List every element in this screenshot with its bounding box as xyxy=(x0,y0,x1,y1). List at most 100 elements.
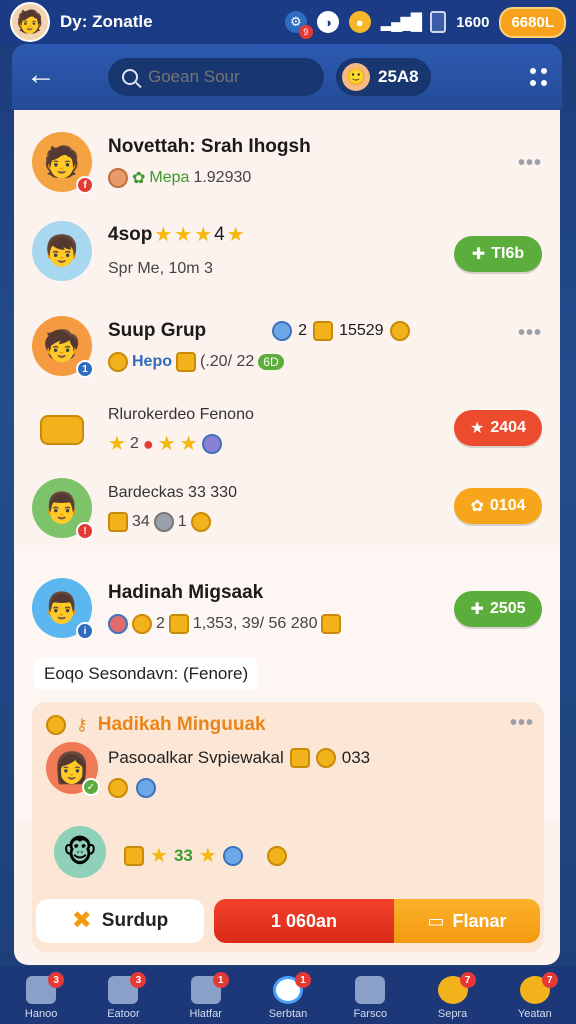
coin-icon xyxy=(266,846,287,866)
action-button[interactable]: ✚ 2505 xyxy=(454,591,542,627)
action-label: 2505 xyxy=(489,600,526,617)
action-label: 2404 xyxy=(490,419,526,436)
puzzle-icon: ✚ xyxy=(471,246,486,263)
avatar: 👨 ! xyxy=(32,478,94,540)
nav-item-farsco[interactable]: Farsco xyxy=(335,976,405,1020)
nav-badge: 3 xyxy=(48,972,65,988)
coin-icon xyxy=(108,352,128,372)
section-label: Eoqo Sesondavn: (Fenore) xyxy=(34,658,259,690)
avatar-badge: 1 xyxy=(76,360,94,378)
more-options-icon[interactable]: ••• xyxy=(510,712,534,735)
nav-label: Hlatfar xyxy=(189,1008,222,1020)
item-sub-value: 2 xyxy=(156,615,165,632)
action-button[interactable]: ★ 2404 xyxy=(454,410,542,446)
chip-icon xyxy=(108,614,128,634)
list-item[interactable]: 🧒 1 Suup Grup 2 15529 Hepo (.20/ 22 6D •… xyxy=(14,314,560,378)
more-options-icon[interactable]: ••• xyxy=(518,152,542,175)
avatar: 🐵 xyxy=(54,826,106,878)
content-panel: 🧑 f Novettah: Srah Ihogsh ✿ Mepa 1.92930… xyxy=(14,110,560,965)
fire-icon: ● xyxy=(142,433,154,454)
status-count: 1600 xyxy=(456,13,490,31)
nav-label: Sepra xyxy=(437,1008,468,1020)
avatar: 👦 xyxy=(32,221,92,281)
user-avatar[interactable]: 🧑 xyxy=(10,2,50,42)
chip-icon xyxy=(108,168,128,188)
item-title: Suup Grup xyxy=(108,320,207,341)
item-value: 15529 xyxy=(339,322,384,339)
coin-icon xyxy=(46,715,66,735)
nav-item-serbtan[interactable]: 1 Serbtan xyxy=(253,972,323,1020)
stars-value: 4 xyxy=(214,224,225,245)
list-item[interactable]: 👨 ! Bardeckas 33 330 34 1 ✿ 0104 xyxy=(14,476,560,540)
notification-icon[interactable]: ⚙ 9 xyxy=(284,11,313,39)
list-item[interactable]: 🧑 f Novettah: Srah Ihogsh ✿ Mepa 1.92930… xyxy=(14,130,560,194)
nav-item-hanoo[interactable]: 3 Hanoo xyxy=(6,972,76,1020)
list-item[interactable]: Rlurokerdeo Fenono ★ 2 ● ★ ★ ★ 2404 xyxy=(14,398,560,462)
coin-bag-icon: ● xyxy=(348,11,371,33)
action-button[interactable]: ✿ 0104 xyxy=(454,488,542,524)
nav-item-sepra[interactable]: 7 Sepra xyxy=(418,972,488,1020)
signal-icon: ▂▄▆█ xyxy=(380,14,422,31)
search-bar[interactable] xyxy=(108,58,324,96)
nav-badge: 1 xyxy=(294,972,311,988)
buy-button[interactable]: 1 060an xyxy=(214,899,394,943)
search-icon xyxy=(122,69,138,85)
nav-item-eatoor[interactable]: 3 Eatoor xyxy=(88,972,158,1020)
nav-label: Yeatan xyxy=(517,1008,552,1020)
avatar: 🧒 1 xyxy=(32,316,94,378)
chip-icon xyxy=(201,434,222,454)
username: Dy: Zonatle xyxy=(60,12,153,31)
item-sub-value: (.20/ 22 xyxy=(200,353,255,370)
item-tag: 6D xyxy=(258,354,284,370)
more-options-icon[interactable]: ••• xyxy=(518,322,542,345)
plan-button[interactable]: ▭ Flanar xyxy=(394,899,540,943)
coin-icon xyxy=(289,748,310,768)
item-title: 4sop xyxy=(108,224,153,245)
reward-card: ⚷ Hadikah Minguuak ••• 👩 ✓ Pasooalkar Sv… xyxy=(32,702,544,952)
list-item[interactable]: 👦 4sop ★ ★ ★ 4 ★ Spr Me, 10m 3 ✚ TI6b xyxy=(14,216,560,286)
star-icon: ★ xyxy=(179,433,198,455)
notification-badge: 9 xyxy=(298,25,313,39)
star-icon: ★ xyxy=(154,224,173,246)
item-sub-value: 2 xyxy=(129,435,139,452)
nav-label: Serbtan xyxy=(268,1008,308,1020)
coin-icon xyxy=(168,614,189,634)
status-bar: 🧑 Dy: Zonatle ⚙ 9 ◑ ● ▂▄▆█ 1600 6680L xyxy=(0,0,576,44)
briefcase-icon xyxy=(355,976,386,1004)
back-arrow-icon[interactable]: ← xyxy=(26,60,56,92)
item-sub-label: Hepo xyxy=(132,353,172,370)
nav-badge: 3 xyxy=(130,972,147,988)
nav-label: Eatoor xyxy=(107,1008,140,1020)
star-icon: ★ xyxy=(108,433,126,455)
search-input[interactable] xyxy=(148,67,298,87)
plan-label: Flanar xyxy=(452,910,507,931)
top-bar: ← 🙂 25A8 xyxy=(12,44,562,110)
coin-icon xyxy=(190,512,211,532)
coin-icon xyxy=(389,321,410,341)
star-icon: ★ xyxy=(226,224,245,246)
gear-icon: ✿ xyxy=(132,170,146,187)
star-icon: ★ xyxy=(198,845,217,867)
nav-item-hlatfar[interactable]: 1 Hlatfar xyxy=(171,972,241,1020)
avatar-badge: ! xyxy=(76,522,94,540)
surdup-button[interactable]: ✖ Surdup xyxy=(36,899,204,943)
reward-stars-value: 33 xyxy=(173,846,193,865)
item-title: Novettah: Srah Ihogsh xyxy=(108,136,311,157)
nav-badge: 1 xyxy=(212,972,229,988)
coins-button[interactable]: 6680L xyxy=(499,6,566,38)
action-button[interactable]: ✚ TI6b xyxy=(454,236,542,272)
action-label: TI6b xyxy=(491,245,525,262)
star-icon: ★ xyxy=(194,224,213,246)
item-sub-value: 1,353, 39/ 56 280 xyxy=(192,615,318,632)
chip-icon xyxy=(136,778,156,798)
list-item[interactable]: 👨 i Hadinah Migsaak 2 1,353, 39/ 56 280 … xyxy=(14,575,560,641)
nav-item-yeatan[interactable]: 7 Yeatan xyxy=(500,972,570,1020)
star-icon: ★ xyxy=(157,433,176,455)
coin-stack-icon xyxy=(32,400,92,460)
profile-pill[interactable]: 🙂 25A8 xyxy=(336,58,431,96)
coin-icon xyxy=(108,778,128,798)
menu-grid-icon[interactable] xyxy=(530,68,548,86)
item-sub-label: Mepa xyxy=(149,169,190,186)
action-buttons: ✖ Surdup 1 060an ▭ Flanar xyxy=(36,898,540,944)
avatar: 👩 ✓ xyxy=(46,742,100,796)
